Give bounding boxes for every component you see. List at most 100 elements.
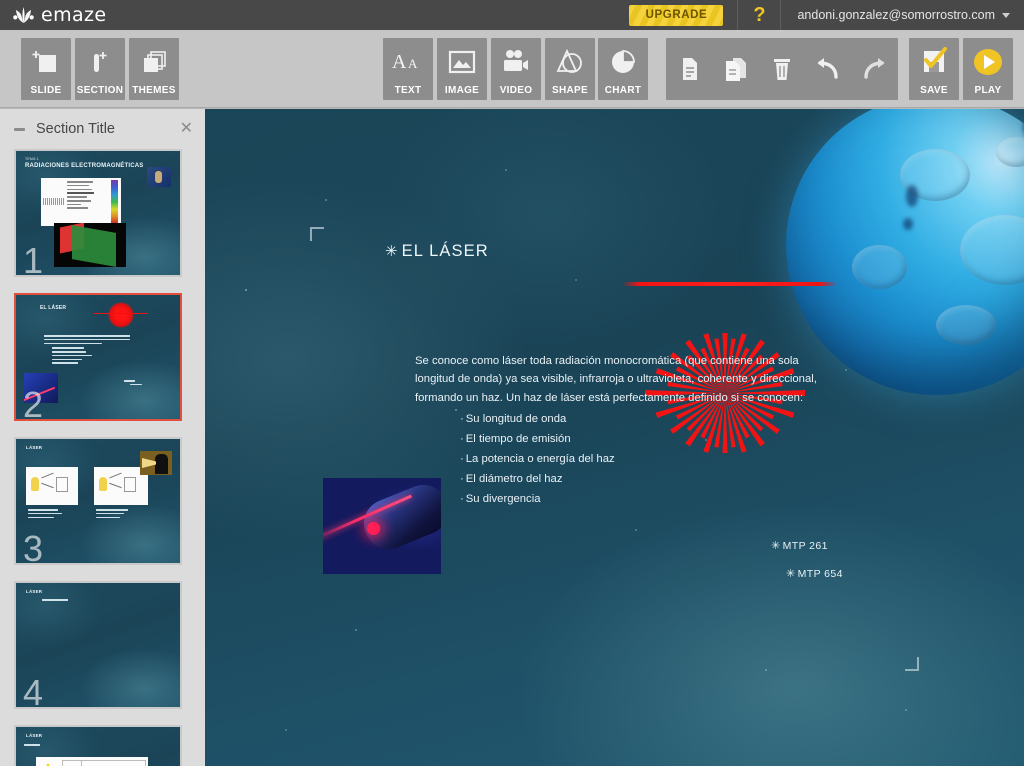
thumb-canvas: LÁSER 5	[16, 727, 180, 766]
slide-thumbnail-list[interactable]: TEMA 1 RADIACIONES ELECTROMAGNÉTICAS 1 E…	[0, 149, 205, 766]
new-document-button[interactable]	[666, 38, 714, 100]
help-button[interactable]: ?	[738, 0, 780, 30]
slide-thumbnail[interactable]: TEMA 1 RADIACIONES ELECTROMAGNÉTICAS 1	[14, 149, 182, 277]
mtp-label-654[interactable]: ✳ MTP 654	[786, 568, 843, 580]
thumb-canvas: TEMA 1 RADIACIONES ELECTROMAGNÉTICAS 1	[16, 151, 180, 275]
duplicate-document-icon	[723, 38, 749, 100]
insert-text-label: TEXT	[394, 85, 422, 96]
slide-canvas[interactable]: ✳ EL LÁSER Se conoce como láser toda rad…	[205, 109, 1024, 766]
themes-label: THEMES	[132, 85, 176, 96]
redo-button[interactable]	[850, 38, 898, 100]
add-slide-icon	[31, 38, 61, 85]
thumb-title: EL LÁSER	[40, 305, 67, 311]
redo-arrow-icon	[860, 38, 888, 100]
thumb-image	[41, 178, 121, 226]
insert-video-label: VIDEO	[499, 85, 533, 96]
list-item: · El tiempo de emisión	[460, 429, 830, 449]
thumb-title: LÁSER	[26, 445, 43, 450]
thumb-title: LÁSER	[26, 733, 43, 738]
minus-collapse-icon[interactable]	[14, 127, 25, 131]
asterisk-bullet-icon: ✳	[786, 567, 796, 580]
image-picture-icon	[448, 38, 476, 85]
svg-text:A: A	[408, 56, 418, 71]
slide-thumbnail[interactable]: LÁSER 3	[14, 437, 182, 565]
insert-image-label: IMAGE	[444, 85, 480, 96]
thumb-number: 3	[23, 528, 44, 564]
play-label: PLAY	[974, 85, 1002, 96]
star-speck	[765, 669, 767, 671]
list-item-label: El diámetro del haz	[465, 473, 563, 486]
photo-barrel	[356, 478, 441, 557]
body-paragraph: Se conoce como láser toda radiación mono…	[415, 355, 817, 404]
thumb-burst	[94, 300, 148, 328]
thumb-subtitle	[24, 744, 40, 748]
undo-arrow-icon	[814, 38, 842, 100]
thumb-number: 2	[23, 384, 44, 420]
thumb-table	[36, 757, 148, 766]
list-item-label: Su longitud de onda	[465, 412, 567, 425]
thumb-canvas: LÁSER 4	[16, 583, 180, 707]
list-item-label: Su divergencia	[465, 493, 541, 506]
insert-text-button[interactable]: A A TEXT	[383, 38, 433, 100]
insert-image-button[interactable]: IMAGE	[437, 38, 487, 100]
bullet-dot: ·	[460, 473, 464, 486]
bullet-dot: ·	[460, 432, 464, 445]
star-speck	[845, 369, 847, 371]
slide-thumbnail-selected[interactable]: EL LÁSER 2	[14, 293, 182, 421]
asterisk-bullet-icon: ✳	[771, 539, 781, 552]
slide-thumbnail[interactable]: LÁSER 4	[14, 581, 182, 709]
thumb-caption-2	[96, 509, 136, 520]
video-camera-icon	[501, 38, 531, 85]
star-speck	[505, 169, 507, 171]
play-button[interactable]: PLAY	[963, 38, 1013, 100]
slide-body-text[interactable]: Se conoce como láser toda radiación mono…	[415, 352, 830, 509]
brand-name: emaze	[41, 4, 107, 26]
mtp-label-261[interactable]: ✳ MTP 261	[771, 540, 828, 552]
bullet-list: · Su longitud de onda · El tiempo de emisi…	[415, 409, 830, 509]
brand-logo[interactable]: emaze	[0, 4, 170, 26]
thumb-body-text	[44, 335, 132, 366]
bullet-dot: ·	[460, 412, 464, 425]
save-button[interactable]: SAVE	[909, 38, 959, 100]
close-x-icon[interactable]: ✕	[180, 121, 193, 137]
text-aa-icon: A A	[391, 38, 425, 85]
delete-button[interactable]	[758, 38, 806, 100]
bullet-dot: ·	[460, 453, 464, 466]
corner-mark-topleft	[310, 227, 324, 241]
section-title[interactable]: Section Title	[36, 121, 169, 137]
laser-pointer-photo[interactable]	[323, 478, 441, 574]
upgrade-button[interactable]: UPGRADE	[629, 4, 724, 26]
add-slide-button[interactable]: SLIDE	[21, 38, 71, 100]
insert-chart-label: CHART	[604, 85, 642, 96]
list-item: · La potencia o energía del haz	[460, 449, 830, 469]
star-speck	[635, 529, 637, 531]
list-item: · Su divergencia	[460, 489, 830, 509]
undo-button[interactable]	[804, 38, 852, 100]
account-email: andoni.gonzalez@somorrostro.com	[797, 8, 995, 22]
save-checkmark-icon	[919, 38, 949, 85]
asterisk-bullet-icon: ✳	[385, 243, 399, 260]
thumb-person-image	[140, 451, 172, 475]
thumb-mtp-labels	[124, 380, 142, 388]
thumb-title: RADIACIONES ELECTROMAGNÉTICAS	[25, 163, 144, 169]
account-menu[interactable]: andoni.gonzalez@somorrostro.com	[781, 0, 1024, 30]
insert-shape-button[interactable]: SHAPE	[545, 38, 595, 100]
star-speck	[285, 729, 287, 731]
thumb-image-2	[54, 223, 126, 267]
add-section-icon	[85, 38, 115, 85]
add-section-button[interactable]: SECTION	[75, 38, 125, 100]
new-document-icon	[678, 38, 702, 100]
slide-thumbnail[interactable]: LÁSER 5	[14, 725, 182, 766]
photo-emitter	[367, 522, 380, 535]
slide-title[interactable]: ✳ EL LÁSER	[385, 242, 489, 261]
chevron-down-icon	[1002, 12, 1010, 18]
insert-video-button[interactable]: VIDEO	[491, 38, 541, 100]
add-slide-label: SLIDE	[30, 85, 62, 96]
thumb-subtitle	[42, 599, 68, 603]
red-horizontal-beam	[622, 282, 837, 286]
duplicate-document-button[interactable]	[712, 38, 760, 100]
section-header: Section Title ✕	[0, 109, 205, 149]
top-bar: emaze UPGRADE ? andoni.gonzalez@somorros…	[0, 0, 1024, 30]
insert-chart-button[interactable]: CHART	[598, 38, 648, 100]
themes-button[interactable]: THEMES	[129, 38, 179, 100]
